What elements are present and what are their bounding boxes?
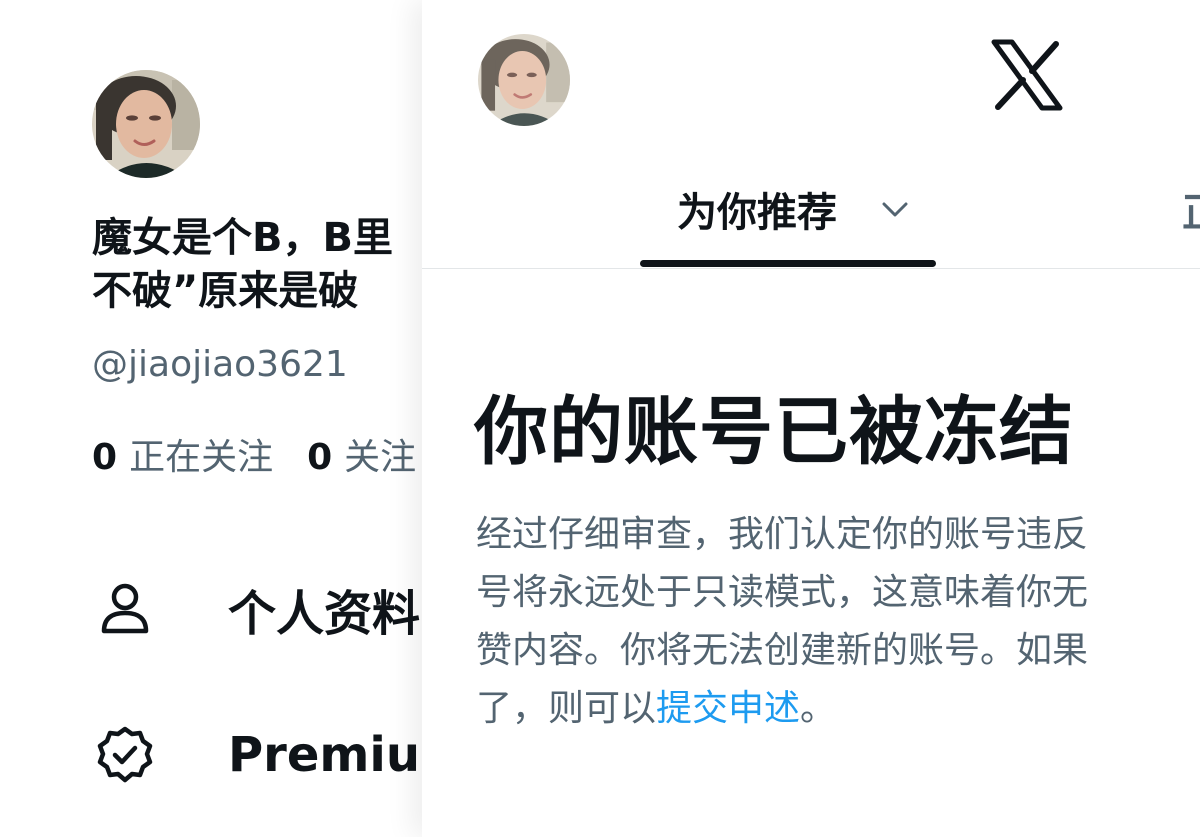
submit-appeal-link[interactable]: 提交申述: [656, 688, 800, 729]
person-icon: [101, 583, 149, 634]
avatar-image: [92, 70, 200, 178]
active-tab-indicator: [640, 260, 936, 267]
message-line-4: 了，则可以提交申述。: [476, 680, 1200, 738]
verified-badge-icon: [97, 726, 153, 783]
following-count: 0: [92, 437, 118, 478]
timeline-tabs: 为你推荐 正在关注: [422, 150, 1200, 268]
message-line-4-suffix: 。: [800, 688, 837, 729]
suspension-title: 你的账号已被冻结: [474, 389, 1074, 475]
tab-divider: [422, 268, 1200, 269]
user-handle: @jiaojiao3621: [92, 344, 348, 385]
header-avatar[interactable]: [478, 34, 570, 126]
message-line-1: 经过仔细审查，我们认定你的账号违反: [476, 514, 1089, 555]
chevron-down-icon[interactable]: [880, 194, 910, 224]
x-logo-svg: [991, 39, 1063, 111]
menu-item-premium[interactable]: Premium: [94, 724, 470, 786]
tab-for-you[interactable]: 为你推荐: [640, 150, 936, 268]
tab-for-you-label: 为你推荐: [677, 190, 837, 236]
suspension-message: 经过仔细审查，我们认定你的账号违反 号将永远处于只读模式，这意味着你无 赞内容。…: [476, 506, 1200, 738]
followers-link[interactable]: 0 关注: [307, 428, 416, 480]
home-panel: 为你推荐 正在关注 你的账号已被冻结 经过仔细审查，我们认定你的账号违反 号将永…: [422, 0, 1200, 837]
follow-stats: 0 正在关注 0 关注: [92, 428, 416, 480]
app-screen: 魔女是个B，B里 不破”原来是破 @jiaojiao3621 0 正在关注 0 …: [0, 0, 1200, 837]
message-line-3: 赞内容。你将无法创建新的账号。如果: [476, 630, 1089, 671]
message-line-2: 号将永远处于只读模式，这意味着你无: [476, 572, 1089, 613]
following-link[interactable]: 0 正在关注: [92, 428, 273, 480]
avatar-image: [478, 34, 570, 126]
followers-count: 0: [307, 437, 333, 478]
menu-item-profile[interactable]: 个人资料: [94, 574, 420, 644]
followers-label: 关注: [344, 437, 417, 478]
drawer-avatar[interactable]: [92, 70, 200, 178]
message-line-4-prefix: 了，则可以: [476, 688, 657, 729]
tab-following[interactable]: 正在关注: [1182, 180, 1200, 238]
menu-item-profile-label: 个人资料: [228, 586, 421, 642]
following-label: 正在关注: [129, 437, 274, 478]
x-logo-icon[interactable]: [990, 38, 1064, 112]
